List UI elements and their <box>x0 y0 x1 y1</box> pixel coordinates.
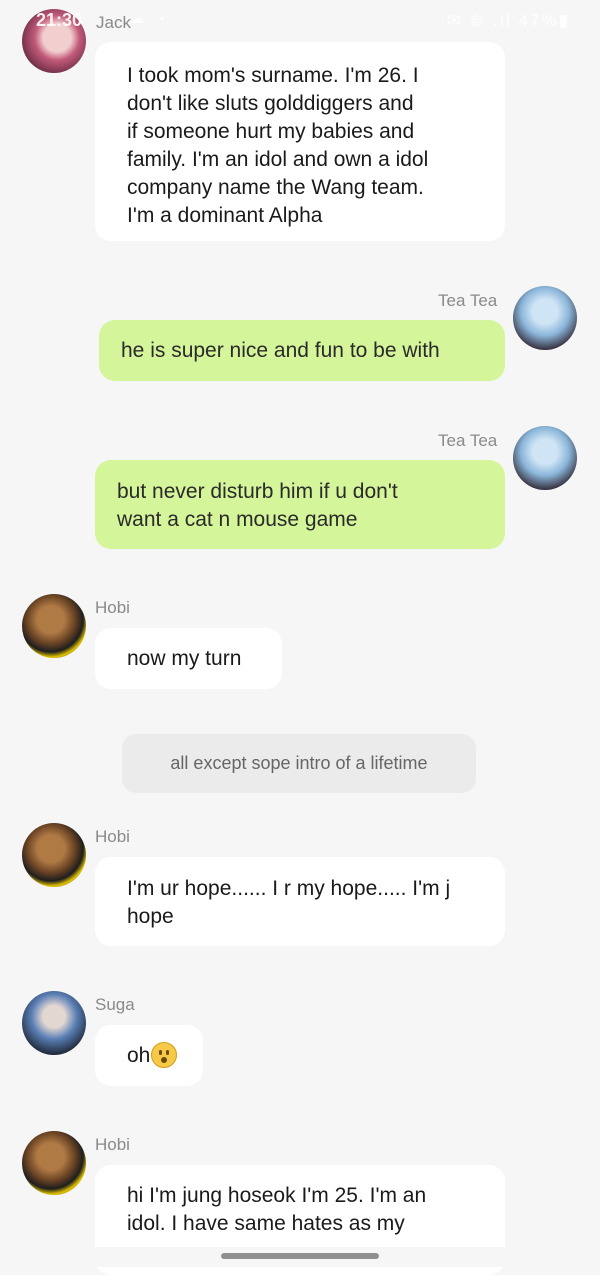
status-notification-icons: ☁ • <box>130 10 171 26</box>
message-text: hi I'm jung hoseok I'm 25. I'm an idol. … <box>127 1184 427 1235</box>
sender-name: Suga <box>95 995 135 1014</box>
message-text: but never disturb him if u don't want a … <box>117 480 398 531</box>
avatar-hobi[interactable] <box>22 594 86 658</box>
avatar-suga[interactable] <box>22 991 86 1055</box>
message-bubble[interactable]: now my turn <box>95 628 282 689</box>
status-system-icons: ✉ ⊜ .ıl 47%▮ <box>446 11 570 30</box>
home-gesture-handle[interactable] <box>221 1253 379 1259</box>
sender-name: Tea Tea <box>438 431 498 450</box>
message-bubble[interactable]: oh <box>95 1025 203 1086</box>
avatar-hobi[interactable] <box>22 823 86 887</box>
avatar-tea-tea[interactable] <box>513 286 577 350</box>
sender-name: Tea Tea <box>438 291 498 310</box>
message-text: I took mom's surname. I'm 26. I don't li… <box>127 64 429 227</box>
sender-name: Hobi <box>95 827 130 846</box>
status-bar: 21:30 ☁ • ✉ ⊜ .ıl 47%▮ <box>0 0 600 44</box>
sender-name: Hobi <box>95 1135 130 1154</box>
sender-name: Hobi <box>95 598 130 617</box>
avatar-tea-tea[interactable] <box>513 426 577 490</box>
message-bubble[interactable]: I took mom's surname. I'm 26. I don't li… <box>95 42 505 241</box>
status-time: 21:30 <box>36 10 83 30</box>
message-text: now my turn <box>127 647 242 670</box>
hushed-face-emoji-icon <box>151 1042 178 1068</box>
message-text: oh <box>127 1044 151 1067</box>
avatar-hobi[interactable] <box>22 1131 86 1195</box>
message-bubble[interactable]: he is super nice and fun to be with <box>99 320 505 381</box>
message-text: he is super nice and fun to be with <box>121 339 440 362</box>
system-message: all except sope intro of a lifetime <box>122 734 476 793</box>
message-bubble[interactable]: I'm ur hope...... I r my hope..... I'm j… <box>95 857 505 946</box>
message-content: oh <box>127 1042 178 1070</box>
message-text: I'm ur hope...... I r my hope..... I'm j… <box>127 877 451 928</box>
message-bubble[interactable]: but never disturb him if u don't want a … <box>95 460 505 549</box>
